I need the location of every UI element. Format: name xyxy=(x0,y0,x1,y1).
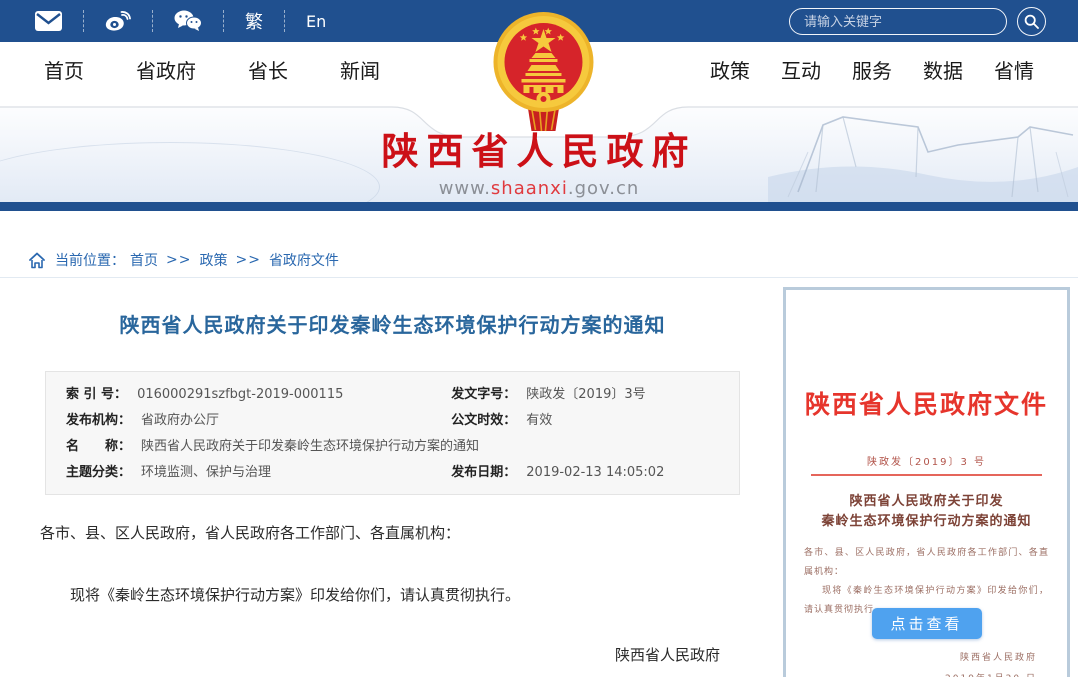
meta-name-label: 名 称： xyxy=(66,434,131,460)
meta-topic-value: 环境监测、保护与治理 xyxy=(141,460,271,486)
nav-item-province-profile[interactable]: 省情 xyxy=(994,55,1034,84)
meta-doc-number-value: 陕政发〔2019〕3号 xyxy=(526,382,645,408)
nav-item-interaction[interactable]: 互动 xyxy=(781,55,821,84)
preview-doc-title-line1: 陕西省人民政府关于印发 xyxy=(786,492,1067,512)
meta-row: 主题分类： 环境监测、保护与治理 发布日期： 2019-02-13 14:05:… xyxy=(66,460,719,486)
meta-topic: 主题分类： 环境监测、保护与治理 xyxy=(66,460,451,486)
meta-agency-value: 省政府办公厅 xyxy=(141,408,219,434)
page: 繁 En 首页 省政府 省长 新闻 政策 互动 服务 数据 省情 xyxy=(0,0,1078,677)
meta-validity-label: 公文时效： xyxy=(451,408,516,434)
url-prefix: www. xyxy=(439,178,491,199)
breadcrumb: 当前位置： 首页 >> 政策 >> 省政府文件 xyxy=(0,243,1078,278)
preview-doc-sign-name: 陕西省人民政府 xyxy=(786,648,1037,670)
wechat-icon[interactable] xyxy=(153,9,223,33)
home-icon[interactable] xyxy=(28,252,46,269)
nav-item-provincial-government[interactable]: 省政府 xyxy=(136,55,196,84)
official-document-preview: 陕西省人民政府文件 陕政发〔2019〕3 号 陕西省人民政府关于印发 秦岭生态环… xyxy=(783,287,1070,677)
meta-topic-label: 主题分类： xyxy=(66,460,131,486)
breadcrumb-separator: >> xyxy=(166,252,191,268)
meta-validity: 公文时效： 有效 xyxy=(451,408,719,434)
url-suffix: .gov.cn xyxy=(568,178,639,199)
meta-index-value: 016000291szfbgt-2019-000115 xyxy=(137,382,343,408)
document-meta-table: 索 引 号： 016000291szfbgt-2019-000115 发文字号：… xyxy=(45,371,740,495)
meta-doc-number-label: 发文字号： xyxy=(451,382,516,408)
main-area: 陕西省人民政府关于印发秦岭生态环境保护行动方案的通知 索 引 号： 016000… xyxy=(0,279,1078,677)
banner-bottom-rule xyxy=(0,202,1078,211)
breadcrumb-separator: >> xyxy=(235,252,260,268)
preview-doc-body-line1: 各市、县、区人民政府，省人民政府各工作部门、各直属机构： xyxy=(804,544,1049,582)
english-toggle[interactable]: En xyxy=(285,9,347,33)
article-title: 陕西省人民政府关于印发秦岭生态环境保护行动方案的通知 xyxy=(30,309,755,338)
nav-item-data[interactable]: 数据 xyxy=(923,55,963,84)
meta-index: 索 引 号： 016000291szfbgt-2019-000115 xyxy=(66,382,451,408)
nav-item-policy[interactable]: 政策 xyxy=(710,55,750,84)
meta-agency: 发布机构： 省政府办公厅 xyxy=(66,408,451,434)
preview-red-rule xyxy=(811,474,1041,476)
nav-right-group: 政策 互动 服务 数据 省情 xyxy=(710,55,1034,84)
meta-pub-date-label: 发布日期： xyxy=(451,460,516,486)
mail-icon[interactable] xyxy=(14,9,83,33)
meta-pub-date-value: 2019-02-13 14:05:02 xyxy=(526,460,664,486)
preview-doc-header: 陕西省人民政府文件 xyxy=(786,385,1067,421)
breadcrumb-prefix: 当前位置： xyxy=(55,250,125,270)
meta-row: 索 引 号： 016000291szfbgt-2019-000115 发文字号：… xyxy=(66,382,719,408)
nav-left-group: 首页 省政府 省长 新闻 xyxy=(44,55,380,84)
article-body: 各市、县、区人民政府，省人民政府各工作部门、各直属机构： 现将《秦岭生态环境保护… xyxy=(40,521,735,608)
search-input[interactable] xyxy=(789,8,1007,35)
meta-name: 名 称： 陕西省人民政府关于印发秦岭生态环境保护行动方案的通知 xyxy=(66,434,719,460)
nav-item-governor[interactable]: 省长 xyxy=(248,55,288,84)
weibo-icon[interactable] xyxy=(84,9,152,33)
preview-doc-title-line2: 秦岭生态环境保护行动方案的通知 xyxy=(786,512,1067,532)
meta-row: 名 称： 陕西省人民政府关于印发秦岭生态环境保护行动方案的通知 xyxy=(66,434,719,460)
traditional-chinese-toggle[interactable]: 繁 xyxy=(224,9,284,33)
document-preview-sidebar: 陕西省人民政府文件 陕政发〔2019〕3 号 陕西省人民政府关于印发 秦岭生态环… xyxy=(770,279,1078,677)
preview-doc-sign-date: 2019年1月20 日 xyxy=(786,669,1037,677)
nav-item-news[interactable]: 新闻 xyxy=(340,55,380,84)
meta-validity-value: 有效 xyxy=(526,408,552,434)
site-url: www.shaanxi.gov.cn xyxy=(0,178,1078,199)
search-button[interactable] xyxy=(1017,7,1046,36)
preview-doc-number: 陕政发〔2019〕3 号 xyxy=(786,453,1067,468)
meta-agency-label: 发布机构： xyxy=(66,408,131,434)
preview-doc-signature: 陕西省人民政府 2019年1月20 日 xyxy=(786,648,1037,677)
meta-name-value: 陕西省人民政府关于印发秦岭生态环境保护行动方案的通知 xyxy=(141,434,479,460)
preview-doc-title: 陕西省人民政府关于印发 秦岭生态环境保护行动方案的通知 xyxy=(786,492,1067,532)
search-icon xyxy=(1024,14,1039,29)
article-signature: 陕西省人民政府 2019年1月20日 xyxy=(30,644,720,677)
national-emblem xyxy=(487,9,599,135)
breadcrumb-policy[interactable]: 政策 xyxy=(199,250,227,270)
article-content: 陕西省人民政府关于印发秦岭生态环境保护行动方案的通知 索 引 号： 016000… xyxy=(0,279,770,677)
signature-name: 陕西省人民政府 xyxy=(30,644,720,665)
meta-index-label: 索 引 号： xyxy=(66,382,127,408)
article-paragraph-main: 现将《秦岭生态环境保护行动方案》印发给你们，请认真贯彻执行。 xyxy=(40,583,735,609)
nav-item-home[interactable]: 首页 xyxy=(44,55,84,84)
breadcrumb-home[interactable]: 首页 xyxy=(130,250,158,270)
meta-doc-number: 发文字号： 陕政发〔2019〕3号 xyxy=(451,382,719,408)
url-highlight: shaanxi xyxy=(491,178,568,199)
article-paragraph-salutation: 各市、县、区人民政府，省人民政府各工作部门、各直属机构： xyxy=(40,521,735,547)
meta-pub-date: 发布日期： 2019-02-13 14:05:02 xyxy=(451,460,719,486)
meta-row: 发布机构： 省政府办公厅 公文时效： 有效 xyxy=(66,408,719,434)
view-document-button[interactable]: 点击查看 xyxy=(872,608,982,639)
breadcrumb-provincial-documents[interactable]: 省政府文件 xyxy=(269,250,339,270)
search-area xyxy=(789,7,1064,36)
nav-item-services[interactable]: 服务 xyxy=(852,55,892,84)
